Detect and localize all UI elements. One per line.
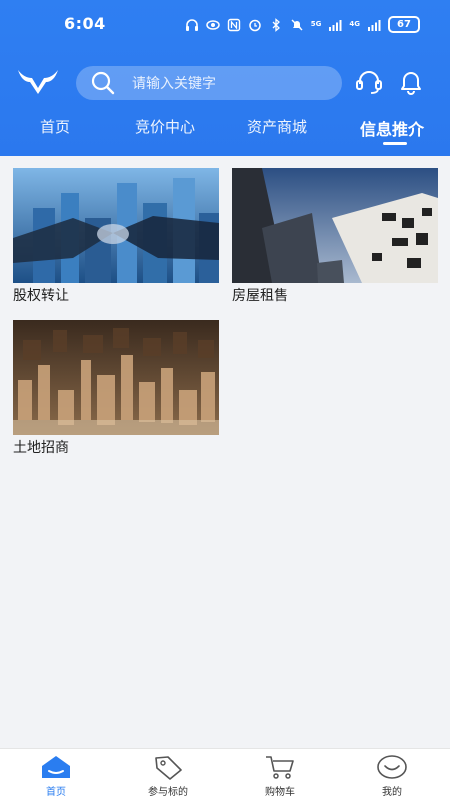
nav-label: 购物车 bbox=[265, 787, 295, 798]
bell-icon[interactable] bbox=[396, 68, 426, 96]
card-equity-transfer[interactable]: 股权转让 bbox=[13, 168, 219, 305]
logo-bull-icon bbox=[18, 70, 58, 94]
app-logo bbox=[14, 64, 62, 100]
handshake-city-image bbox=[13, 168, 219, 283]
mute-icon bbox=[291, 19, 303, 30]
card-land-investment[interactable]: 土地招商 bbox=[13, 320, 219, 457]
top-bar: 请输入关键字 bbox=[0, 62, 450, 104]
home-icon bbox=[42, 756, 70, 778]
headphones-icon bbox=[185, 18, 198, 31]
tab-home[interactable]: 首页 bbox=[40, 116, 70, 137]
bottom-nav: 首页 参与标的 购物车 我的 bbox=[0, 748, 450, 801]
smile-icon bbox=[377, 755, 407, 779]
bluetooth-icon bbox=[272, 17, 280, 32]
nav-mine[interactable]: 我的 bbox=[336, 753, 448, 798]
net-5g-label: 5G bbox=[310, 20, 322, 28]
tab-asset-mall[interactable]: 资产商城 bbox=[247, 116, 307, 137]
nav-home[interactable]: 首页 bbox=[0, 753, 112, 798]
active-tab-indicator bbox=[383, 142, 407, 145]
card-title: 土地招商 bbox=[13, 440, 69, 456]
card-house-rental[interactable]: 房屋租售 bbox=[232, 168, 438, 305]
tag-icon bbox=[155, 756, 182, 780]
customer-service-icon[interactable] bbox=[354, 68, 384, 96]
nav-label: 参与标的 bbox=[148, 787, 188, 798]
app-header: 6:04 5G 4G 67 请输入关键字 首页 竞价中心 资产商城 信息推介 bbox=[0, 0, 450, 156]
city-aerial-image bbox=[13, 320, 219, 435]
nav-participated[interactable]: 参与标的 bbox=[112, 753, 224, 798]
search-input[interactable]: 请输入关键字 bbox=[132, 73, 216, 93]
alarm-icon bbox=[249, 19, 261, 31]
battery-icon: 67 bbox=[388, 16, 420, 33]
status-time: 6:04 bbox=[64, 14, 106, 33]
skyscraper-image bbox=[232, 168, 438, 283]
status-icons: 5G 4G 67 bbox=[185, 16, 420, 33]
search-icon bbox=[91, 71, 115, 95]
nav-label: 首页 bbox=[46, 787, 66, 798]
card-title: 股权转让 bbox=[13, 288, 69, 304]
category-tabs: 首页 竞价中心 资产商城 信息推介 bbox=[0, 112, 450, 156]
cart-icon bbox=[266, 756, 294, 779]
nav-label: 我的 bbox=[382, 787, 402, 798]
nfc-icon bbox=[227, 18, 240, 31]
nav-cart[interactable]: 购物车 bbox=[224, 753, 336, 798]
signal-icon bbox=[329, 19, 342, 31]
net-4g-label: 4G bbox=[349, 20, 360, 28]
tab-info-recommend[interactable]: 信息推介 bbox=[360, 116, 424, 140]
card-title: 房屋租售 bbox=[232, 288, 288, 304]
status-bar: 6:04 5G 4G 67 bbox=[0, 0, 450, 46]
eye-icon bbox=[206, 19, 220, 30]
search-bar[interactable]: 请输入关键字 bbox=[76, 66, 342, 100]
tab-bidding-center[interactable]: 竞价中心 bbox=[135, 116, 195, 137]
signal-icon-2 bbox=[368, 19, 381, 31]
